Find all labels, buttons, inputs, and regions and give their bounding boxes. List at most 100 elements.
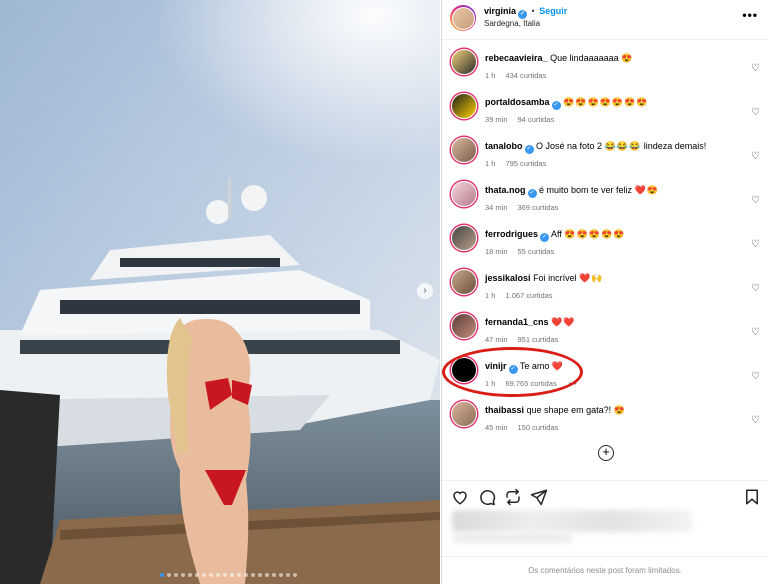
carousel-dot	[181, 573, 185, 577]
like-comment-heart-icon[interactable]: ♡	[751, 415, 760, 426]
commenter-username[interactable]: thata.nog	[485, 185, 526, 195]
comment-time[interactable]: 1 h	[485, 291, 495, 300]
carousel-dot	[167, 573, 171, 577]
like-comment-heart-icon[interactable]: ♡	[751, 107, 760, 118]
commenter-avatar[interactable]	[451, 225, 477, 251]
comment-row: fernanda1_cns ❤️❤️ 47 min 951 curtidas ♡	[442, 310, 768, 354]
commenter-username[interactable]: jessikalosi	[485, 273, 531, 283]
comment-meta: 1 h 1.067 curtidas	[485, 291, 563, 300]
carousel-dot	[230, 573, 234, 577]
comment-likes[interactable]: 951 curtidas	[518, 335, 559, 344]
commenter-avatar[interactable]	[451, 137, 477, 163]
comment-meta: 34 min 369 curtidas	[485, 203, 568, 212]
comment-row: portaldosamba ✓ 😍😍😍😍😍😍😍 39 min 94 curtidas ♡	[442, 90, 768, 134]
comment-text-line: portaldosamba ✓ 😍😍😍😍😍😍😍	[485, 97, 648, 110]
post-location[interactable]: Sardegna, Italia	[484, 19, 540, 28]
comment-meta: 1 h 795 curtidas	[485, 159, 556, 168]
comment-row: ferrodrigues ✓ Aff 😍😍😍😍😍 18 min 55 curtidas…	[442, 222, 768, 266]
commenter-avatar[interactable]	[451, 313, 477, 339]
carousel-dot	[202, 573, 206, 577]
more-options-icon[interactable]: •••	[742, 8, 758, 22]
commenter-avatar[interactable]	[451, 181, 477, 207]
commenter-username[interactable]: ferrodrigues	[485, 229, 538, 239]
comment-more-icon[interactable]: •••	[569, 379, 577, 388]
comment-text: Te amo	[519, 361, 550, 371]
like-comment-heart-icon[interactable]: ♡	[751, 151, 760, 162]
comment-emoji: 😍😍😍😍😍	[564, 229, 626, 239]
carousel-dot	[160, 573, 164, 577]
commenter-avatar[interactable]	[451, 401, 477, 427]
plus-circle-icon[interactable]: +	[598, 445, 614, 461]
comment-text-tail: lindeza demais!	[643, 141, 707, 151]
comment-time[interactable]: 1 h	[485, 379, 495, 388]
commenter-avatar[interactable]	[451, 93, 477, 119]
commenter-username[interactable]: tanalobo	[485, 141, 523, 151]
comment-text: que shape em gata?!	[526, 405, 612, 415]
comment-emoji: 😍	[621, 53, 634, 63]
comment-likes[interactable]: 150 curtidas	[518, 423, 559, 432]
commenter-avatar[interactable]	[451, 357, 477, 383]
comment-time[interactable]: 1 h	[485, 71, 495, 80]
carousel-dot	[237, 573, 241, 577]
comment-likes[interactable]: 369 curtidas	[518, 203, 559, 212]
author-avatar[interactable]	[450, 5, 476, 31]
comment-likes[interactable]: 795 curtidas	[505, 159, 546, 168]
like-comment-heart-icon[interactable]: ♡	[751, 239, 760, 250]
comment-likes[interactable]: 69.765 curtidas	[505, 379, 556, 388]
commenter-username[interactable]: fernanda1_cns	[485, 317, 549, 327]
like-comment-heart-icon[interactable]: ♡	[751, 371, 760, 382]
comment-text-line: ferrodrigues ✓ Aff 😍😍😍😍😍	[485, 229, 625, 242]
comment-text: Foi incrível	[533, 273, 577, 283]
comment-time[interactable]: 47 min	[485, 335, 508, 344]
verified-icon: ✓	[540, 233, 550, 242]
comment-time[interactable]: 18 min	[485, 247, 508, 256]
comment-text-line: vinijr ✓ Te amo ❤️	[485, 361, 564, 374]
share-icon[interactable]	[504, 488, 522, 506]
comment-text-line: tanalobo ✓ O José na foto 2 😂😂😂 lindeza d…	[485, 141, 706, 154]
comment-text: Que lindaaaaaaa	[550, 53, 619, 63]
heart-icon[interactable]	[451, 488, 469, 506]
comment-likes[interactable]: 94 curtidas	[518, 115, 555, 124]
comment-meta: 47 min 951 curtidas	[485, 335, 568, 344]
like-comment-heart-icon[interactable]: ♡	[751, 195, 760, 206]
like-comment-heart-icon[interactable]: ♡	[751, 283, 760, 294]
send-icon[interactable]	[530, 488, 548, 506]
comment-icon[interactable]	[478, 488, 496, 506]
author-username[interactable]: virginia	[484, 6, 516, 16]
bookmark-icon[interactable]	[743, 488, 761, 506]
comment-emoji: 😂😂😂	[604, 141, 642, 151]
verified-icon: ✓	[518, 10, 528, 19]
commenter-avatar[interactable]	[451, 269, 477, 295]
comment-text-line: thata.nog ✓ é muito bom te ver feliz ❤️😍	[485, 185, 659, 198]
comment-likes[interactable]: 434 curtidas	[505, 71, 546, 80]
comment-time[interactable]: 39 min	[485, 115, 508, 124]
commenter-username[interactable]: portaldosamba	[485, 97, 550, 107]
carousel-dot	[286, 573, 290, 577]
carousel-dot	[244, 573, 248, 577]
comment-emoji: ❤️😍	[634, 185, 659, 195]
comment-text-line: fernanda1_cns ❤️❤️	[485, 317, 575, 328]
comment-emoji: ❤️❤️	[551, 317, 576, 327]
carousel-dot	[279, 573, 283, 577]
comment-row: thaibassi que shape em gata?! 😍 45 min 150…	[442, 398, 768, 442]
like-comment-heart-icon[interactable]: ♡	[751, 327, 760, 338]
follow-button[interactable]: Seguir	[539, 6, 567, 16]
comment-row: tanalobo ✓ O José na foto 2 😂😂😂 lindeza d…	[442, 134, 768, 178]
commenter-avatar[interactable]	[451, 49, 477, 75]
blurred-date-row	[452, 533, 572, 543]
commenter-username[interactable]: thaibassi	[485, 405, 524, 415]
comment-text: é muito bom te ver feliz	[539, 185, 633, 195]
comment-likes[interactable]: 55 curtidas	[518, 247, 555, 256]
comment-time[interactable]: 45 min	[485, 423, 508, 432]
carousel-next-button[interactable]: ›	[417, 283, 433, 299]
commenter-username[interactable]: rebecaavieira_	[485, 53, 548, 63]
comment-time[interactable]: 1 h	[485, 159, 495, 168]
like-comment-heart-icon[interactable]: ♡	[751, 63, 760, 74]
carousel-dot	[251, 573, 255, 577]
comment-row: vinijr ✓ Te amo ❤️ 1 h 69.765 curtidas ••• ♡	[442, 354, 768, 398]
author-line: virginia ✓ • Seguir	[484, 6, 567, 19]
comment-likes[interactable]: 1.067 curtidas	[505, 291, 552, 300]
carousel-dot	[265, 573, 269, 577]
comment-time[interactable]: 34 min	[485, 203, 508, 212]
commenter-username[interactable]: vinijr	[485, 361, 507, 371]
